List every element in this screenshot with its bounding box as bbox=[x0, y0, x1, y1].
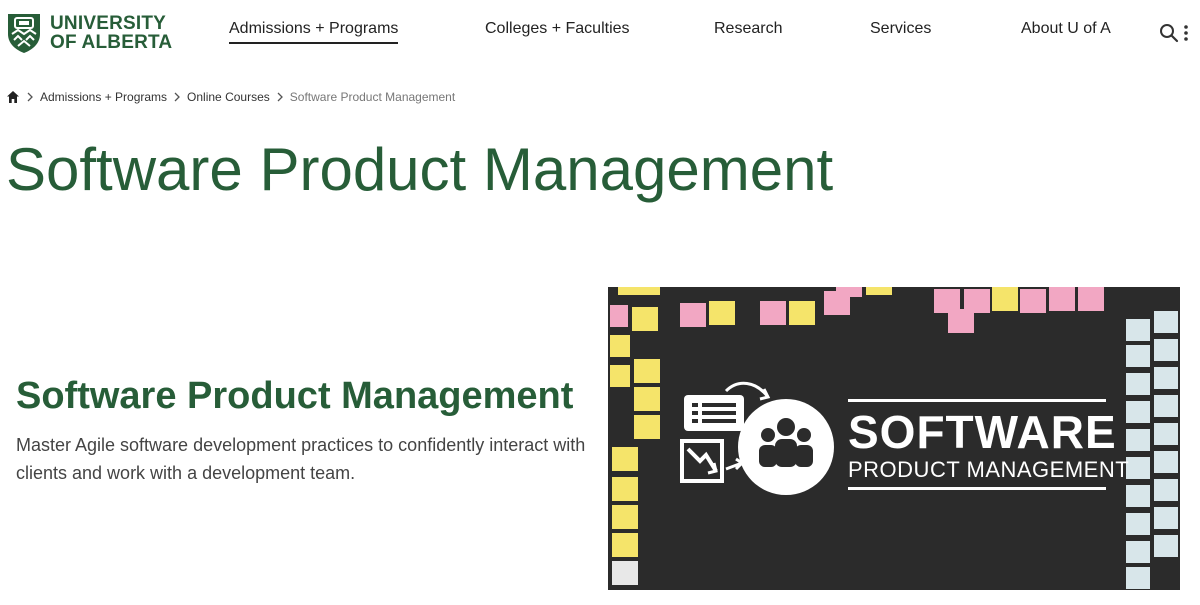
nav-about[interactable]: About U of A bbox=[1021, 20, 1111, 38]
banner-subtitle: PRODUCT MANAGEMENT bbox=[848, 457, 1130, 482]
more-menu-icon[interactable] bbox=[1182, 24, 1190, 42]
logo-wordmark: UNIVERSITY OF ALBERTA bbox=[50, 14, 172, 52]
logo-line-1: UNIVERSITY bbox=[50, 13, 167, 34]
nav-services[interactable]: Services bbox=[870, 20, 931, 38]
hero-description: Master Agile software development practi… bbox=[16, 435, 586, 483]
logo-line-2: OF ALBERTA bbox=[50, 32, 173, 53]
hero-heading: Software Product Management bbox=[16, 375, 574, 417]
chevron-right-icon bbox=[27, 92, 33, 102]
nav-research[interactable]: Research bbox=[714, 20, 782, 38]
chevron-right-icon bbox=[174, 92, 180, 102]
nav-admissions-programs[interactable]: Admissions + Programs bbox=[229, 20, 399, 44]
banner-rule-bottom bbox=[848, 487, 1106, 490]
course-banner-image: SOFTWARE PRODUCT MANAGEMENT bbox=[608, 287, 1180, 590]
breadcrumb-item-admissions[interactable]: Admissions + Programs bbox=[40, 90, 167, 104]
breadcrumb-item-online-courses[interactable]: Online Courses bbox=[187, 90, 270, 104]
breadcrumb: Admissions + Programs Online Courses Sof… bbox=[6, 89, 455, 105]
banner-title: SOFTWARE bbox=[848, 406, 1117, 458]
breadcrumb-current: Software Product Management bbox=[289, 90, 456, 104]
site-header: UNIVERSITY OF ALBERTA Admissions + Progr… bbox=[0, 0, 1200, 66]
nav-colleges-faculties[interactable]: Colleges + Faculties bbox=[485, 20, 630, 38]
search-icon[interactable] bbox=[1159, 23, 1179, 43]
banner-rule-top bbox=[848, 399, 1106, 402]
university-logo[interactable]: UNIVERSITY OF ALBERTA bbox=[6, 12, 172, 54]
shield-icon bbox=[8, 14, 40, 53]
home-icon[interactable] bbox=[6, 90, 20, 104]
chevron-right-icon bbox=[277, 92, 283, 102]
page-title: Software Product Management bbox=[6, 136, 834, 203]
